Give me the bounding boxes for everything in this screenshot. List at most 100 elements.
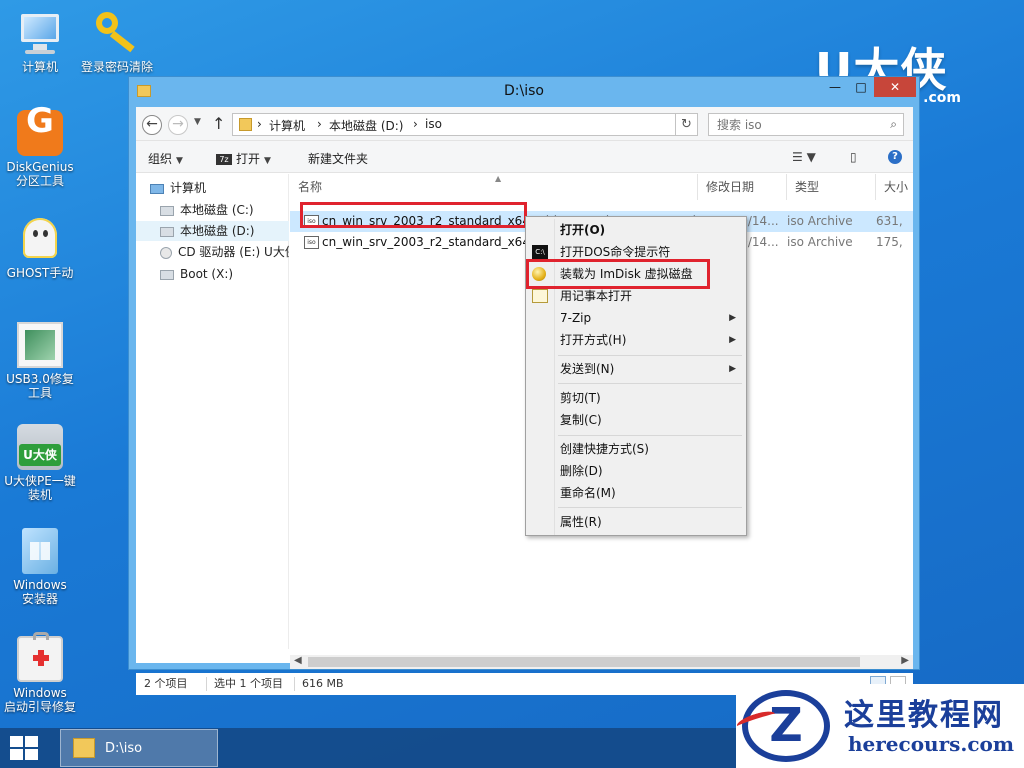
desktop-icon-label: 登录密码清除 xyxy=(80,60,153,74)
cmd-icon: C:\ xyxy=(532,245,548,259)
start-button[interactable] xyxy=(10,736,40,762)
scroll-left-icon[interactable]: ◀ xyxy=(294,655,302,666)
taskbar-item-explorer[interactable]: D:\iso xyxy=(60,729,218,767)
menu-item-open-notepad[interactable]: 用记事本打开 xyxy=(528,285,744,307)
nav-item-boot-x[interactable]: Boot (X:) xyxy=(136,264,289,284)
breadcrumb-computer[interactable]: 计算机 xyxy=(269,117,305,134)
menu-separator xyxy=(558,435,742,436)
address-bar[interactable]: › 计算机 › 本地磁盘 (D:) › iso ▼ xyxy=(232,113,761,136)
7zip-icon: 7z xyxy=(216,154,232,165)
search-box[interactable]: ⌕ xyxy=(708,113,904,136)
column-header-date[interactable]: 修改日期 xyxy=(698,174,787,200)
desktop-icon-boot-repair[interactable]: Windows 启动引导修复 xyxy=(0,632,80,714)
nav-item-cd-e[interactable]: CD 驱动器 (E:) U大侠 xyxy=(136,242,289,262)
menu-item-dos-prompt[interactable]: C:\ 打开DOS命令提示符 xyxy=(528,241,744,263)
imdisk-icon xyxy=(532,267,546,281)
window-title: D:\iso xyxy=(504,83,544,99)
breadcrumb-iso[interactable]: iso xyxy=(425,117,442,131)
search-input[interactable] xyxy=(717,115,877,135)
breadcrumb-drive-d[interactable]: 本地磁盘 (D:) xyxy=(329,117,403,134)
folder-icon xyxy=(73,738,95,758)
change-view-button[interactable]: ☰ ▼ xyxy=(792,150,816,164)
desktop-icon-diskgenius[interactable]: DiskGenius 分区工具 xyxy=(0,110,80,188)
forward-button[interactable]: → xyxy=(168,115,188,135)
menu-item-7zip[interactable]: 7-Zip ▶ xyxy=(528,307,744,329)
new-folder-button[interactable]: 新建文件夹 xyxy=(308,150,368,167)
scrollbar-thumb[interactable] xyxy=(308,657,860,667)
watermark-title: 这里教程网 xyxy=(844,698,1004,733)
menu-item-label: 打开方式(H) xyxy=(560,333,627,347)
key-icon xyxy=(94,10,140,56)
menu-item-label: 7-Zip xyxy=(560,311,592,325)
preview-pane-button[interactable]: ▯ xyxy=(850,150,857,164)
menu-item-send-to[interactable]: 发送到(N) ▶ xyxy=(528,358,744,380)
submenu-arrow-icon: ▶ xyxy=(729,335,736,345)
up-button[interactable]: ↑ xyxy=(212,114,225,133)
column-header-size[interactable]: 大小 xyxy=(876,174,913,200)
desktop-icon-computer[interactable]: 计算机 xyxy=(0,10,80,74)
menu-item-cut[interactable]: 剪切(T) xyxy=(528,387,744,409)
status-selected-count: 选中 1 个项目 xyxy=(214,677,283,690)
breadcrumb-separator: › xyxy=(257,117,262,131)
windows-logo-icon xyxy=(25,736,38,747)
status-divider xyxy=(206,677,207,691)
nav-item-label: Boot (X:) xyxy=(180,267,234,281)
address-row: ← → ▼ ↑ › 计算机 › 本地磁盘 (D:) › iso ▼ ↻ ⌕ xyxy=(136,107,913,141)
window-titlebar[interactable]: D:\iso — □ ✕ xyxy=(129,77,919,107)
navigation-pane: 计算机 本地磁盘 (C:) 本地磁盘 (D:) CD 驱动器 (E:) U大侠 … xyxy=(136,174,289,649)
notepad-icon xyxy=(532,289,548,303)
windows-installer-icon xyxy=(22,528,58,574)
desktop-icon-udaxia-pe[interactable]: U大侠 U大侠PE一键 装机 xyxy=(0,424,80,502)
desktop-icon-windows-installer[interactable]: Windows 安装器 xyxy=(0,528,80,606)
desktop-icon-usb3-repair[interactable]: USB3.0修复 工具 xyxy=(0,322,80,400)
column-header-type[interactable]: 类型 xyxy=(787,174,876,200)
submenu-arrow-icon: ▶ xyxy=(729,364,736,374)
desktop-icon-password-clear[interactable]: 登录密码清除 xyxy=(77,10,157,74)
recent-locations-dropdown[interactable]: ▼ xyxy=(194,117,201,127)
menu-item-open[interactable]: 打开(O) xyxy=(528,219,744,241)
breadcrumb-separator: › xyxy=(317,117,322,131)
status-divider xyxy=(294,677,295,691)
horizontal-scrollbar[interactable]: ◀ ▶ xyxy=(290,655,913,669)
help-icon[interactable]: ? xyxy=(888,150,902,164)
column-header-name[interactable]: 名称 xyxy=(290,174,698,200)
organize-label: 组织 xyxy=(148,152,173,166)
menu-item-rename[interactable]: 重命名(M) xyxy=(528,482,744,504)
back-button[interactable]: ← xyxy=(142,115,162,135)
menu-item-copy[interactable]: 复制(C) xyxy=(528,409,744,431)
open-button[interactable]: 7z 打开 ▼ xyxy=(216,150,271,167)
nav-item-drive-c[interactable]: 本地磁盘 (C:) xyxy=(136,200,289,220)
desktop-icon-label: Windows 启动引导修复 xyxy=(3,686,76,714)
menu-item-label: 发送到(N) xyxy=(560,362,615,376)
search-icon: ⌕ xyxy=(890,117,897,131)
organize-button[interactable]: 组织 ▼ xyxy=(148,150,183,167)
file-size: 175, xyxy=(876,235,903,249)
menu-item-delete[interactable]: 删除(D) xyxy=(528,460,744,482)
close-button[interactable]: ✕ xyxy=(874,77,916,97)
iso-file-icon: iso xyxy=(304,236,319,249)
scroll-right-icon[interactable]: ▶ xyxy=(901,655,909,666)
menu-item-properties[interactable]: 属性(R) xyxy=(528,511,744,533)
iso-file-icon: iso xyxy=(304,215,319,228)
menu-item-mount-imdisk[interactable]: 装载为 ImDisk 虚拟磁盘 xyxy=(528,263,744,285)
drive-icon xyxy=(160,226,174,237)
menu-item-label: 重命名(M) xyxy=(560,486,616,500)
maximize-button[interactable]: □ xyxy=(848,77,874,97)
computer-icon xyxy=(17,10,63,56)
desktop-icon-ghost[interactable]: GHOST手动 xyxy=(0,216,80,280)
refresh-button[interactable]: ↻ xyxy=(676,113,698,136)
menu-item-label: 装载为 ImDisk 虚拟磁盘 xyxy=(560,267,693,281)
minimize-button[interactable]: — xyxy=(822,77,848,97)
menu-item-open-with[interactable]: 打开方式(H) ▶ xyxy=(528,329,744,351)
status-item-count: 2 个项目 xyxy=(144,677,188,690)
menu-item-label: 打开(O) xyxy=(560,223,606,237)
watermark-domain: herecours.com xyxy=(848,732,1015,756)
menu-item-label: 创建快捷方式(S) xyxy=(560,442,649,456)
udaxia-installer-icon: U大侠 xyxy=(17,424,63,470)
nav-item-drive-d[interactable]: 本地磁盘 (D:) xyxy=(136,221,289,241)
menu-item-label: 复制(C) xyxy=(560,413,602,427)
cd-drive-icon xyxy=(160,246,172,259)
menu-item-create-shortcut[interactable]: 创建快捷方式(S) xyxy=(528,438,744,460)
nav-item-computer[interactable]: 计算机 xyxy=(136,178,289,198)
desktop-icon-label: Windows 安装器 xyxy=(13,578,67,606)
